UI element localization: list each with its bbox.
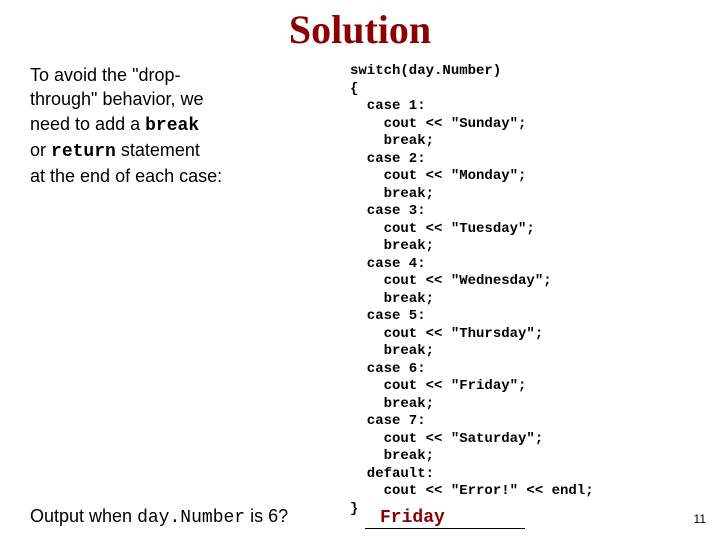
page-number: 11 <box>694 512 706 526</box>
answer-text: Friday <box>380 508 445 528</box>
text-line: through" behavior, we <box>30 89 204 109</box>
keyword-return: return <box>51 142 116 162</box>
text-line: statement <box>116 140 200 160</box>
question-part: is 6? <box>245 506 288 526</box>
slide-title: Solution <box>0 6 720 53</box>
text-line: need to add a <box>30 114 145 134</box>
text-line: To avoid the "drop- <box>30 65 180 85</box>
blank-underline <box>365 528 525 529</box>
question-part: Output when <box>30 506 137 526</box>
question-text: Output when day.Number is 6? <box>30 506 288 528</box>
text-line: at the end of each case: <box>30 166 222 186</box>
question-var: day.Number <box>137 508 245 528</box>
content-row: To avoid the "drop- through" behavior, w… <box>0 63 720 518</box>
keyword-break: break <box>145 116 199 136</box>
text-line: or <box>30 140 51 160</box>
code-block: switch(day.Number) { case 1: cout << "Su… <box>350 63 700 518</box>
explanation-text: To avoid the "drop- through" behavior, w… <box>30 63 350 518</box>
